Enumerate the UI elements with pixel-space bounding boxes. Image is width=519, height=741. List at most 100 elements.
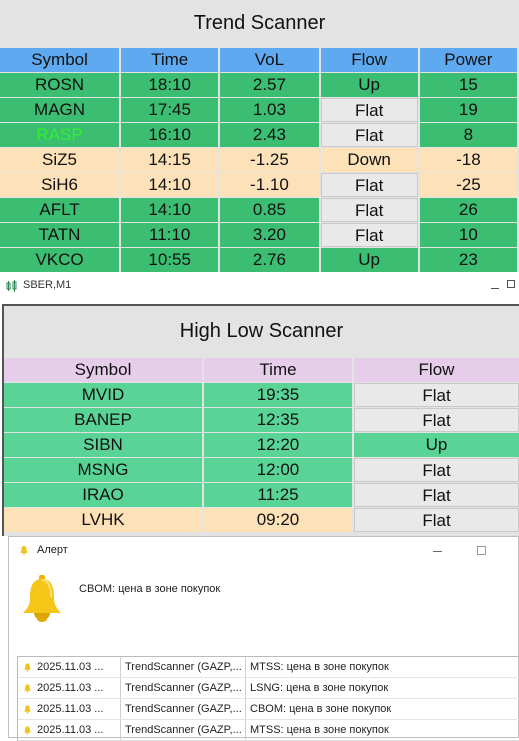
trend-row[interactable]: SiZ5 14:15 -1.25 Down -18: [0, 148, 519, 173]
trend-cell-flow: Down: [320, 148, 418, 172]
high-low-cell-time: 11:25: [204, 483, 352, 507]
high-low-header-time[interactable]: Time: [204, 358, 352, 382]
chart-window-bar[interactable]: SBER,M1: [0, 276, 519, 298]
high-low-row[interactable]: SIBN 12:20 Up: [4, 433, 519, 458]
trend-cell-vol: 1.03: [220, 98, 319, 122]
high-low-cell-time: 12:35: [204, 408, 352, 432]
high-low-cell-flow: Flat: [354, 483, 519, 507]
trend-cell-power: 15: [419, 73, 517, 97]
alert-log-date: 2025.11.03 ...: [37, 703, 104, 715]
trend-scanner-title: Trend Scanner: [193, 12, 326, 34]
alert-log-date: 2025.11.03 ...: [37, 682, 104, 694]
minimize-icon[interactable]: [491, 288, 499, 289]
trend-cell-symbol[interactable]: AFLT: [0, 198, 120, 222]
trend-cell-time: 14:10: [121, 198, 219, 222]
trend-row[interactable]: AFLT 14:10 0.85 Flat 26: [0, 198, 519, 223]
alert-log-text: MTSS: цена в зоне покупок: [250, 661, 389, 673]
trend-cell-power: 10: [419, 223, 517, 247]
trend-row[interactable]: TATN 11:10 3.20 Flat 10: [0, 223, 519, 248]
trend-row[interactable]: MAGN 17:45 1.03 Flat 19: [0, 98, 519, 123]
trend-cell-symbol[interactable]: MAGN: [0, 98, 120, 122]
alert-window: Алерт CBOM: цена в зоне покупок 2025.11.…: [8, 536, 519, 741]
high-low-header-flow[interactable]: Flow: [354, 358, 519, 382]
minimize-icon[interactable]: [433, 551, 442, 552]
high-low-cell-time: 12:00: [204, 458, 352, 482]
alert-log-row[interactable]: 2025.11.03 ... TrendScanner (GAZP,... LSNG…: [18, 678, 519, 699]
alert-log-row[interactable]: 2025.11.03 ... TrendScanner (GAZP,... MTSS…: [18, 657, 519, 678]
alert-log-source: TrendScanner (GAZP,...: [121, 720, 246, 740]
alert-log-list[interactable]: 2025.11.03 ... TrendScanner (GAZP,... MTSS…: [17, 656, 519, 741]
alert-log-text: CBOM: цена в зоне покупок: [250, 703, 392, 715]
trend-cell-flow: Flat: [320, 98, 418, 122]
trend-cell-power: 26: [419, 198, 517, 222]
trend-cell-symbol[interactable]: TATN: [0, 223, 120, 247]
high-low-cell-flow: Up: [354, 433, 519, 457]
high-low-cell-symbol[interactable]: LVHK: [4, 508, 202, 532]
trend-cell-vol: 2.76: [220, 248, 319, 272]
high-low-cell-symbol[interactable]: MSNG: [4, 458, 202, 482]
trend-row[interactable]: RASP 16:10 2.43 Flat 8: [0, 123, 519, 148]
trend-cell-power: 19: [419, 98, 517, 122]
trend-cell-flow: Up: [320, 73, 418, 97]
high-low-cell-symbol[interactable]: BANEP: [4, 408, 202, 432]
trend-cell-symbol[interactable]: ROSN: [0, 73, 120, 97]
trend-header-vol[interactable]: VoL: [220, 48, 319, 72]
bell-icon: [24, 726, 31, 735]
trend-header-symbol[interactable]: Symbol: [0, 48, 120, 72]
trend-header-power[interactable]: Power: [419, 48, 517, 72]
alert-log-text: MTSS: цена в зоне покупок: [250, 724, 389, 736]
trend-cell-time: 18:10: [121, 73, 219, 97]
high-low-row[interactable]: IRAO 11:25 Flat: [4, 483, 519, 508]
high-low-cell-symbol[interactable]: MVID: [4, 383, 202, 407]
trend-cell-vol: -1.10: [220, 173, 319, 197]
high-low-row[interactable]: MSNG 12:00 Flat: [4, 458, 519, 483]
alert-window-title: Алерт: [37, 544, 68, 556]
bell-icon: [24, 663, 31, 672]
trend-row[interactable]: SiH6 14:10 -1.10 Flat -25: [0, 173, 519, 198]
trend-cell-symbol[interactable]: SiH6: [0, 173, 120, 197]
maximize-icon[interactable]: [507, 280, 515, 288]
high-low-cell-symbol[interactable]: SIBN: [4, 433, 202, 457]
alert-message: CBOM: цена в зоне покупок: [79, 583, 221, 595]
alert-log-date-cell: 2025.11.03 ...: [18, 699, 121, 719]
high-low-cell-flow: Flat: [354, 383, 519, 407]
high-low-row[interactable]: LVHK 09:20 Flat: [4, 508, 519, 533]
high-low-cell-symbol[interactable]: IRAO: [4, 483, 202, 507]
trend-cell-time: 14:10: [121, 173, 219, 197]
bell-icon: [20, 546, 28, 555]
alert-log-date: 2025.11.03 ...: [37, 661, 104, 673]
alert-log-row[interactable]: 2025.11.03 ... TrendScanner (GAZP,... CBOM…: [18, 699, 519, 720]
trend-cell-vol: 2.43: [220, 123, 319, 147]
high-low-scanner-panel: High Low Scanner Symbol Time Flow MVID 19…: [2, 304, 519, 536]
high-low-header-symbol[interactable]: Symbol: [4, 358, 202, 382]
trend-cell-symbol[interactable]: VKCO: [0, 248, 120, 272]
high-low-cell-time: 09:20: [204, 508, 352, 532]
high-low-row[interactable]: MVID 19:35 Flat: [4, 383, 519, 408]
high-low-cell-time: 19:35: [204, 383, 352, 407]
trend-cell-power: -18: [419, 148, 517, 172]
maximize-icon[interactable]: [477, 546, 486, 555]
trend-cell-vol: 2.57: [220, 73, 319, 97]
trend-cell-flow: Flat: [320, 223, 418, 247]
high-low-scanner-title: High Low Scanner: [179, 320, 344, 342]
high-low-cell-time: 12:20: [204, 433, 352, 457]
high-low-cell-flow: Flat: [354, 508, 519, 532]
trend-cell-time: 10:55: [121, 248, 219, 272]
trend-row[interactable]: ROSN 18:10 2.57 Up 15: [0, 73, 519, 98]
alert-log-date: 2025.11.03 ...: [37, 724, 104, 736]
trend-row[interactable]: VKCO 10:55 2.76 Up 23: [0, 248, 519, 273]
trend-header-flow[interactable]: Flow: [320, 48, 418, 72]
high-low-row[interactable]: BANEP 12:35 Flat: [4, 408, 519, 433]
alert-log-date-cell: 2025.11.03 ...: [18, 678, 121, 698]
trend-scanner-panel: Trend Scanner Symbol Time VoL Flow Power…: [0, 0, 519, 272]
alert-log-source: TrendScanner (GAZP,...: [121, 657, 246, 677]
alert-log-text: LSNG: цена в зоне покупок: [250, 682, 389, 694]
trend-header-time[interactable]: Time: [121, 48, 219, 72]
trend-cell-vol: -1.25: [220, 148, 319, 172]
trend-cell-power: 8: [419, 123, 517, 147]
trend-table: Symbol Time VoL Flow Power ROSN 18:10 2.57…: [0, 48, 519, 273]
trend-cell-symbol[interactable]: SiZ5: [0, 148, 120, 172]
trend-cell-symbol[interactable]: RASP: [0, 123, 120, 147]
trend-cell-power: 23: [419, 248, 517, 272]
trend-cell-vol: 3.20: [220, 223, 319, 247]
